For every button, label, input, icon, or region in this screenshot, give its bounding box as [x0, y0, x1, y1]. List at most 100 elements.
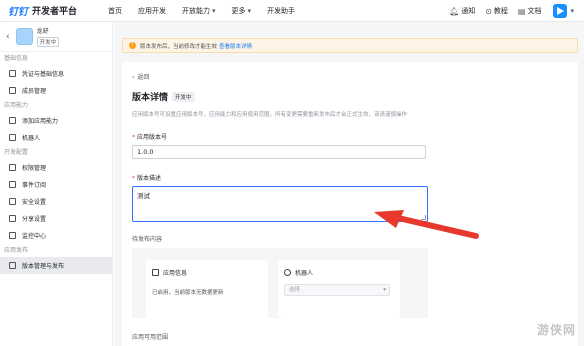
app-info-body: 已启用，当前版本无数据更新 [152, 290, 224, 296]
sidebar-item-permissions[interactable]: 权限管理 [0, 159, 112, 176]
members-icon [9, 87, 16, 94]
group-title-dev-config: 开发配置 [4, 149, 29, 156]
sidebar-item-security[interactable]: 安全设置 [0, 193, 112, 210]
chevron-left-icon[interactable]: ‹ [6, 32, 10, 42]
annotation-arrow [374, 210, 479, 239]
app-info-header: 应用信息 [152, 268, 187, 277]
sidebar-item-credentials[interactable]: 凭证与基础信息 [0, 65, 112, 82]
app-info-title: 应用信息 [163, 270, 188, 277]
robot-select-placeholder: 选择 [289, 287, 301, 293]
bell-icon: 🔔︎ [449, 6, 460, 16]
sidebar-item-robot[interactable]: 机器人 [0, 129, 112, 146]
nav-app-dev[interactable]: 应用开发 [138, 6, 166, 16]
sidebar: ‹ 龙舒 开发中 基础信息 凭证与基础信息 成员管理 应用能力 添加应用能力 机… [0, 22, 113, 346]
version-icon [9, 262, 16, 269]
chevron-down-icon: ▾ [383, 287, 386, 293]
document-icon: ▤ [517, 6, 526, 16]
group-title-basic: 基础信息 [4, 55, 29, 62]
notice-text: 版本发布后，当前修改才能生效 [140, 43, 218, 50]
app-info-icon [152, 269, 159, 276]
permission-icon [9, 164, 16, 171]
sidebar-item-label: 凭证与基础信息 [22, 71, 65, 78]
app-header: ‹ 龙舒 开发中 [0, 22, 112, 52]
chevron-left-icon: ‹ [132, 74, 135, 81]
sidebar-item-add-capability[interactable]: 添加应用能力 [0, 112, 112, 129]
sidebar-item-members[interactable]: 成员管理 [0, 82, 112, 99]
lightbulb-icon: ⊙ [485, 6, 492, 16]
sidebar-item-label: 分享设置 [22, 216, 47, 223]
sidebar-item-events[interactable]: 事件订阅 [0, 176, 112, 193]
event-icon [9, 181, 16, 188]
monitor-icon [9, 232, 16, 239]
robot-icon [9, 134, 16, 141]
robot-select[interactable]: 选择 ▾ [284, 284, 390, 296]
group-title-capability: 应用能力 [4, 102, 29, 109]
robot-card: 机器人 选择 ▾ [278, 260, 400, 318]
sidebar-item-label: 权限管理 [22, 165, 47, 172]
logo-mark: 钉钉 [8, 7, 28, 18]
share-icon [9, 215, 16, 222]
chevron-down-icon[interactable]: ▾ [570, 7, 574, 15]
status-badge: 开发中 [172, 91, 195, 102]
robot-header: 机器人 [284, 268, 313, 277]
robot-icon [284, 269, 291, 276]
version-input[interactable]: 1.0.0 [132, 145, 426, 159]
pending-content-area: 应用信息 已启用，当前版本无数据更新 机器人 选择 ▾ [132, 248, 428, 318]
version-label-text: 应用版本号 [137, 134, 168, 141]
nav-more[interactable]: 更多 [232, 6, 252, 16]
watermark: 游侠网 [536, 323, 576, 337]
sidebar-item-label: 监控中心 [22, 233, 47, 240]
tutorial-label: 教程 [493, 7, 508, 15]
app-status-badge: 开发中 [36, 37, 60, 47]
top-navigation-bar: 钉钉 开发者平台 首页 应用开发 开放能力 更多 开发助手 🔔︎ 通知 ⊙ 教程… [0, 0, 584, 22]
robot-title: 机器人 [295, 270, 314, 277]
notice-banner: ! 版本发布后，当前修改才能生效 查看版本详情 [122, 38, 578, 53]
sidebar-item-label: 成员管理 [22, 88, 47, 95]
version-label: * 应用版本号 [132, 132, 167, 141]
nav-open-capability[interactable]: 开放能力 [182, 6, 216, 16]
notify-button[interactable]: 🔔︎ 通知 [449, 6, 475, 16]
notify-label: 通知 [461, 7, 476, 15]
page-title: 版本详情 [132, 93, 169, 103]
back-link[interactable]: ‹ 返回 [132, 72, 149, 81]
tutorial-button[interactable]: ⊙ 教程 [485, 6, 508, 16]
sidebar-item-label: 添加应用能力 [22, 118, 59, 125]
page-description: 应用版本号可设置应用版本号，应用能力和应用使用范围，所有变更需要重新发布后才会正… [132, 112, 408, 118]
logo-text: 开发者平台 [32, 7, 78, 17]
info-icon: ! [129, 42, 136, 49]
top-right-tools: 🔔︎ 通知 ⊙ 教程 ▤ 文档 ▾ [439, 0, 574, 22]
desc-label-text: 版本描述 [137, 175, 162, 182]
credential-icon [9, 70, 16, 77]
app-meta: 龙舒 开发中 [36, 26, 60, 47]
sidebar-item-label: 事件订阅 [22, 182, 47, 189]
add-capability-icon [9, 117, 16, 124]
app-info-card: 应用信息 已启用，当前版本无数据更新 [146, 260, 268, 318]
pending-content-label: 待发布内容 [132, 236, 163, 243]
sidebar-item-label: 版本管理与发布 [22, 263, 65, 270]
shield-icon [9, 198, 16, 205]
required-mark: * [132, 134, 135, 141]
nav-dev-assistant[interactable]: 开发助手 [267, 6, 295, 16]
version-detail-card: ‹ 返回 版本详情 开发中 应用版本号可设置应用版本号，应用能力和应用使用范围，所… [122, 62, 578, 346]
app-name: 龙舒 [36, 28, 49, 35]
sidebar-item-share[interactable]: 分享设置 [0, 210, 112, 227]
main-content: ! 版本发布后，当前修改才能生效 查看版本详情 ‹ 返回 版本详情 开发中 应用版… [114, 22, 584, 346]
notice-link[interactable]: 查看版本详情 [219, 42, 252, 50]
title-row: 版本详情 开发中 [132, 90, 195, 103]
app-icon [15, 28, 33, 45]
docs-button[interactable]: ▤ 文档 [518, 6, 542, 16]
docs-label: 文档 [527, 7, 542, 15]
sidebar-item-label: 安全设置 [22, 199, 47, 206]
required-mark: * [132, 175, 135, 182]
top-nav: 首页 应用开发 开放能力 更多 开发助手 [108, 6, 311, 16]
textarea-value: 测试 [137, 192, 150, 200]
sidebar-item-version-release[interactable]: 版本管理与发布 [0, 257, 112, 274]
desc-label: * 版本描述 [132, 173, 161, 182]
back-label: 返回 [137, 74, 150, 81]
user-avatar[interactable] [553, 4, 568, 18]
nav-home[interactable]: 首页 [108, 6, 122, 16]
sidebar-item-monitor[interactable]: 监控中心 [0, 227, 112, 244]
logo[interactable]: 钉钉 开发者平台 [0, 3, 100, 18]
sidebar-item-label: 机器人 [22, 135, 41, 142]
group-title-release: 应用发布 [4, 247, 29, 254]
